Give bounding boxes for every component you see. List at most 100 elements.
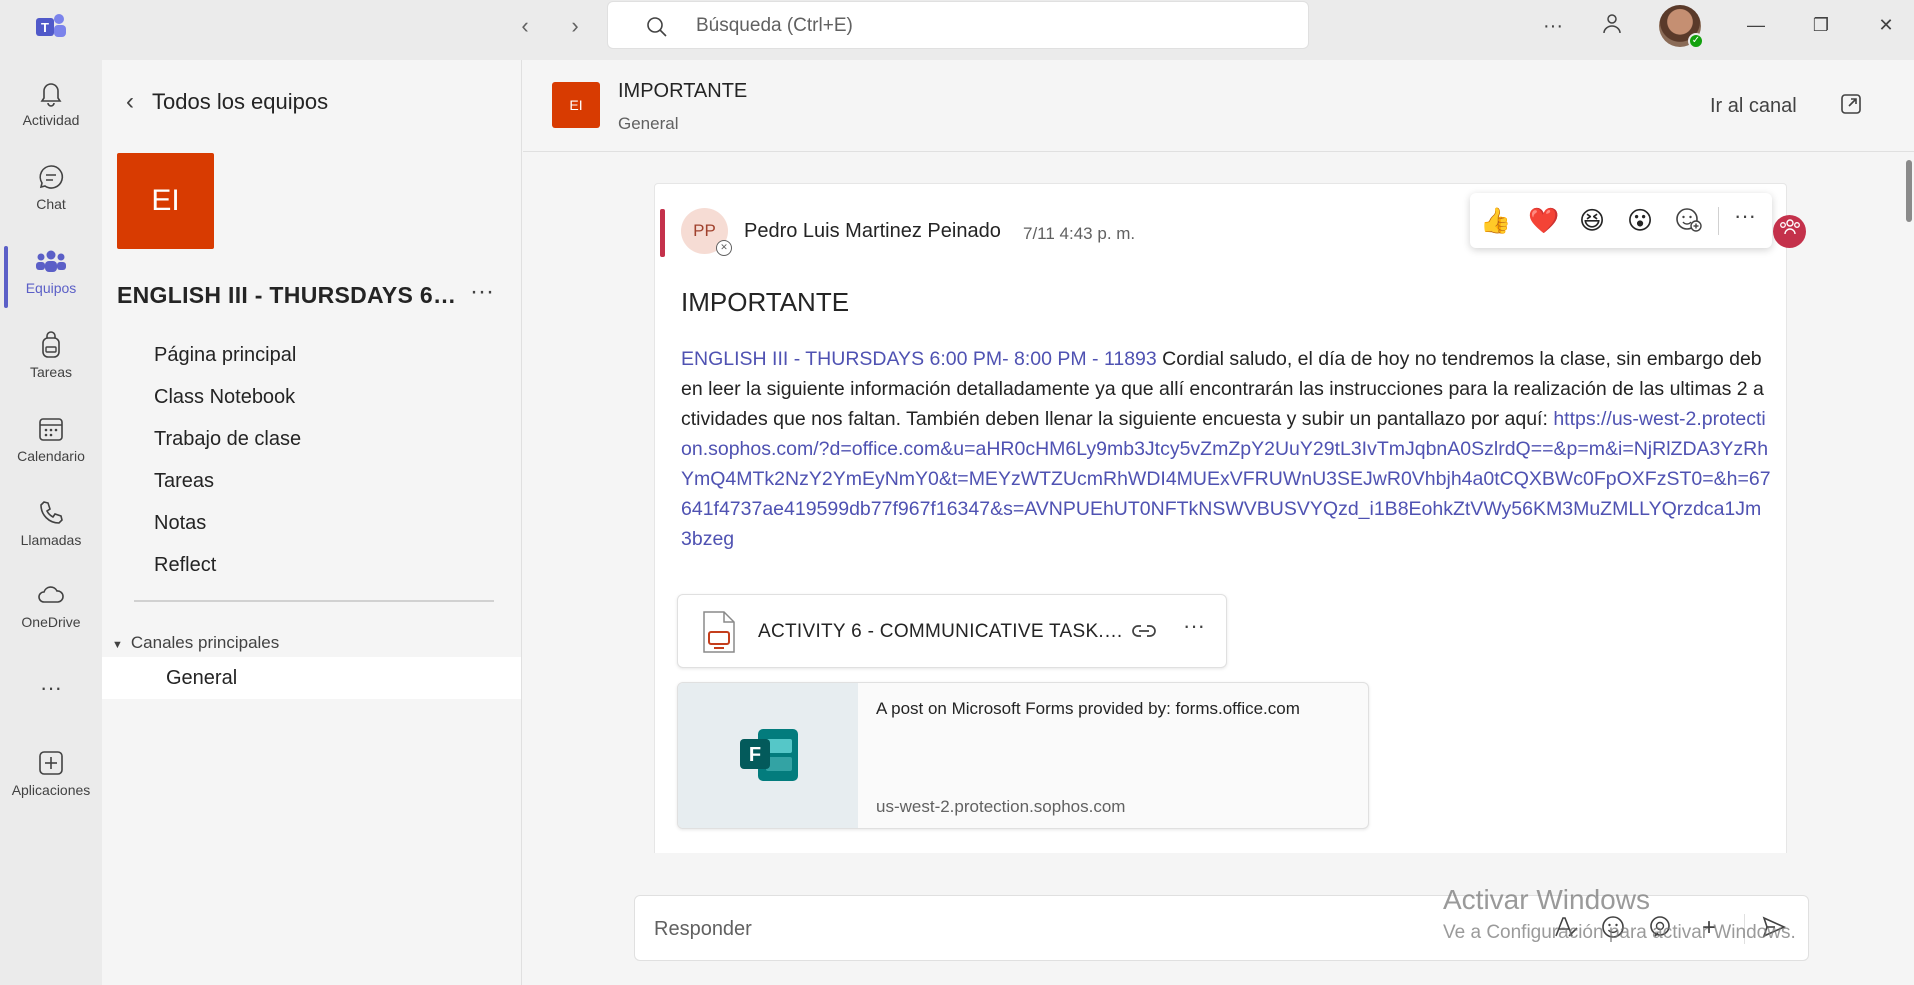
calendar-icon xyxy=(39,418,63,441)
rail-item-tareas[interactable]: Tareas xyxy=(0,322,102,402)
close-icon[interactable]: ✕ xyxy=(1866,10,1906,40)
watermark-line-2: Ve a Configuración para activar Windows. xyxy=(1443,922,1796,943)
link-preview-title[interactable]: A post on Microsoft Forms provided by: f… xyxy=(876,699,1300,719)
rail-label: Tareas xyxy=(29,364,73,380)
author-name[interactable]: Pedro Luis Martinez Peinado xyxy=(744,220,1001,243)
team-reactions-badge[interactable] xyxy=(1773,215,1806,248)
link-preview-thumbnail: F xyxy=(678,683,858,828)
rail-label: Chat xyxy=(36,196,66,212)
nav-pagina-principal[interactable]: Página principal xyxy=(154,344,296,367)
cloud-icon xyxy=(38,586,64,603)
rail-item-actividad[interactable]: Actividad xyxy=(0,70,102,150)
rail-label: Actividad xyxy=(22,112,80,128)
channel-general[interactable]: General xyxy=(102,657,521,699)
message-body: ENGLISH III - THURSDAYS 6:00 PM- 8:00 PM… xyxy=(681,344,1771,554)
minimize-icon[interactable]: — xyxy=(1736,10,1776,40)
teams-icon xyxy=(36,250,66,272)
like-reaction-icon[interactable]: 👍 xyxy=(1480,205,1512,237)
reaction-bar: 👍 ❤️ 😆 😮 ··· xyxy=(1470,193,1772,248)
rail-item-chat[interactable]: Chat xyxy=(0,154,102,234)
people-icon[interactable] xyxy=(1598,12,1628,42)
restore-icon[interactable]: ❐ xyxy=(1801,10,1841,40)
link-preview-domain: us-west-2.protection.sophos.com xyxy=(876,797,1126,816)
rail-more-button[interactable]: ··· xyxy=(0,665,102,715)
team-more-button[interactable]: ··· xyxy=(470,278,494,306)
back-arrow-icon[interactable]: ‹ xyxy=(510,12,540,42)
more-icon: ··· xyxy=(40,675,62,700)
search-icon xyxy=(647,17,667,37)
bell-icon xyxy=(40,83,62,107)
nav-class-notebook[interactable]: Class Notebook xyxy=(154,386,295,409)
link-icon[interactable] xyxy=(1131,618,1157,644)
forward-arrow-icon[interactable]: › xyxy=(560,12,590,42)
channel-name: General xyxy=(618,114,679,133)
backpack-icon xyxy=(42,331,60,358)
title-bar: T ‹ › Búsqueda (Ctrl+E) ··· ✓ — ❐ ✕ xyxy=(0,0,1914,60)
channel-label: General xyxy=(166,667,238,689)
pop-out-icon[interactable] xyxy=(1839,92,1863,116)
team-name: ENGLISH III - THURSDAYS 6:00 PM- 8:00 PM… xyxy=(117,282,462,308)
offline-status-icon: ✕ xyxy=(716,240,732,256)
divider xyxy=(1718,207,1719,235)
rail-item-calendario[interactable]: Calendario xyxy=(0,406,102,486)
rail-label: Equipos xyxy=(25,280,77,296)
watermark-line-1: Activar Windows xyxy=(1443,884,1650,915)
search-input[interactable]: Búsqueda (Ctrl+E) xyxy=(607,1,1309,49)
svg-text:F: F xyxy=(749,744,761,766)
team-panel: ‹ Todos los equipos EI ENGLISH III - THUR… xyxy=(102,60,522,985)
attachment-more-button[interactable]: ··· xyxy=(1183,613,1205,639)
message-more-button[interactable]: ··· xyxy=(1734,203,1756,229)
rail-item-aplicaciones[interactable]: Aplicaciones xyxy=(0,740,102,820)
back-to-teams-button[interactable]: ‹ Todos los equipos xyxy=(126,88,328,116)
surprised-reaction-icon[interactable]: 😮 xyxy=(1624,205,1656,237)
heart-reaction-icon[interactable]: ❤️ xyxy=(1528,205,1560,237)
importance-bar xyxy=(660,209,665,257)
team-avatar-small: EI xyxy=(552,82,600,128)
rail-label: Aplicaciones xyxy=(11,782,91,798)
post-title: IMPORTANTE xyxy=(618,80,748,102)
author-avatar[interactable]: PP ✕ xyxy=(681,208,732,256)
rail-label: Llamadas xyxy=(20,532,82,548)
people-group-icon xyxy=(1779,219,1800,235)
add-app-icon xyxy=(39,751,63,775)
rail-item-onedrive[interactable]: OneDrive xyxy=(0,572,102,652)
message-subject: IMPORTANTE xyxy=(681,287,850,317)
channels-header-label: Canales principales xyxy=(130,633,280,652)
nav-notas[interactable]: Notas xyxy=(154,512,206,535)
message-card: PP ✕ Pedro Luis Martinez Peinado 7/11 4:4… xyxy=(654,183,1787,853)
laugh-reaction-icon[interactable]: 😆 xyxy=(1576,205,1608,237)
more-icon[interactable]: ··· xyxy=(1538,12,1568,42)
team-mention[interactable]: ENGLISH III - THURSDAYS 6:00 PM- 8:00 PM… xyxy=(681,348,1157,370)
rail-item-equipos[interactable]: Equipos xyxy=(0,238,102,318)
nav-reflect[interactable]: Reflect xyxy=(154,554,216,577)
microsoft-forms-icon: F xyxy=(740,729,798,781)
conversation-header: EI IMPORTANTE General Ir al canal xyxy=(523,60,1914,152)
team-avatar: EI xyxy=(117,153,214,249)
app-rail: Actividad Chat Equipos Tareas Calendario… xyxy=(0,60,102,985)
link-preview-card[interactable]: F A post on Microsoft Forms provided by:… xyxy=(677,682,1369,829)
attachment-name[interactable]: ACTIVITY 6 - COMMUNICATIVE TASK.pptx xyxy=(758,621,1128,643)
author-initials: PP xyxy=(693,221,716,240)
rail-label: Calendario xyxy=(17,448,85,464)
nav-tareas[interactable]: Tareas xyxy=(154,470,214,493)
attachment-card[interactable]: ACTIVITY 6 - COMMUNICATIVE TASK.pptx ··· xyxy=(677,594,1227,668)
add-reaction-icon[interactable] xyxy=(1672,205,1704,237)
channels-header[interactable]: ▼ Canales principales xyxy=(112,633,279,653)
profile-avatar[interactable]: ✓ xyxy=(1659,5,1704,49)
nav-trabajo-de-clase[interactable]: Trabajo de clase xyxy=(154,428,301,451)
scrollbar[interactable] xyxy=(1906,160,1912,222)
search-placeholder: Búsqueda (Ctrl+E) xyxy=(696,15,853,36)
reply-placeholder: Responder xyxy=(654,918,752,940)
rail-label: OneDrive xyxy=(21,614,81,630)
timestamp: 7/11 4:43 p. m. xyxy=(1023,224,1136,243)
teams-logo[interactable]: T xyxy=(34,10,68,42)
rail-item-llamadas[interactable]: Llamadas xyxy=(0,490,102,570)
divider xyxy=(134,600,494,602)
chat-icon xyxy=(39,165,64,189)
windows-activation-watermark: Activar Windows Ve a Configuración para … xyxy=(1443,884,1796,944)
chevron-left-icon: ‹ xyxy=(126,88,134,115)
available-status-icon: ✓ xyxy=(1688,33,1704,49)
go-to-channel-button[interactable]: Ir al canal xyxy=(1710,95,1797,118)
phone-icon xyxy=(40,501,63,524)
conversation-area: PP ✕ Pedro Luis Martinez Peinado 7/11 4:4… xyxy=(523,153,1914,853)
